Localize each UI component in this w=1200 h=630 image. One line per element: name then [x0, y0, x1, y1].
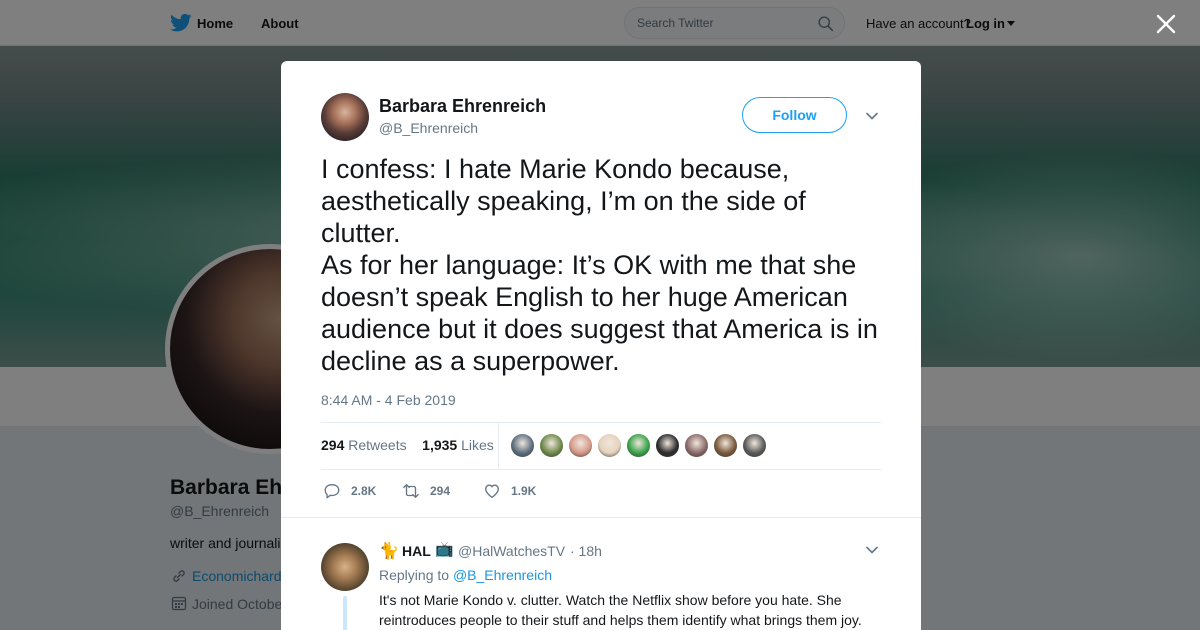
- follow-button[interactable]: Follow: [742, 97, 847, 133]
- tweet-timestamp[interactable]: 8:44 AM - 4 Feb 2019: [321, 392, 456, 408]
- liker-avatar[interactable]: [539, 433, 564, 458]
- author-name[interactable]: Barbara Ehrenreich: [379, 96, 546, 117]
- retweets-label[interactable]: Retweets: [348, 437, 406, 453]
- reply-icon: [324, 484, 340, 499]
- liker-avatar[interactable]: [713, 433, 738, 458]
- heart-icon: [485, 484, 499, 498]
- liker-avatar[interactable]: [655, 433, 680, 458]
- divider: [321, 422, 881, 423]
- author-avatar[interactable]: [321, 93, 369, 141]
- replying-to-label: Replying to: [379, 567, 450, 583]
- thread-line: [343, 596, 347, 630]
- reply-time[interactable]: · 18h: [570, 543, 602, 559]
- divider: [498, 423, 499, 469]
- cat-emoji-icon: 🐈: [379, 543, 399, 560]
- reply-avatar[interactable]: [321, 543, 369, 591]
- divider: [321, 469, 881, 470]
- replying-to-handle[interactable]: @B_Ehrenreich: [453, 567, 552, 583]
- divider: [281, 517, 921, 518]
- liker-avatar[interactable]: [597, 433, 622, 458]
- retweet-icon: [403, 484, 419, 498]
- liker-avatar[interactable]: [684, 433, 709, 458]
- reply-text: It's not Marie Kondo v. clutter. Watch t…: [379, 592, 862, 628]
- liker-avatar[interactable]: [742, 433, 767, 458]
- liker-avatar[interactable]: [510, 433, 535, 458]
- like-count: 1.9K: [511, 484, 537, 498]
- likes-count[interactable]: 1,935: [422, 437, 457, 453]
- tweet-modal: Barbara Ehrenreich @B_Ehrenreich Follow …: [281, 61, 921, 630]
- liker-avatar[interactable]: [626, 433, 651, 458]
- liker-avatars: [510, 433, 771, 458]
- retweet-count: 294: [430, 484, 451, 498]
- tweet-text: I confess: I hate Marie Kondo because, a…: [321, 154, 878, 376]
- reply-author-name[interactable]: HAL: [402, 543, 431, 559]
- retweet-button[interactable]: 294: [402, 481, 450, 501]
- likes-label[interactable]: Likes: [461, 437, 494, 453]
- replying-to: Replying to @B_Ehrenreich: [379, 567, 552, 583]
- reply-button[interactable]: 2.8K: [323, 481, 376, 501]
- author-handle[interactable]: @B_Ehrenreich: [379, 120, 478, 136]
- close-icon[interactable]: [1155, 13, 1177, 35]
- retweets-count[interactable]: 294: [321, 437, 344, 453]
- reply-author-handle[interactable]: @HalWatchesTV: [458, 543, 565, 559]
- liker-avatar[interactable]: [568, 433, 593, 458]
- chevron-down-icon[interactable]: [865, 543, 879, 557]
- tweet-stats: 294 Retweets 1,935 Likes: [321, 437, 494, 453]
- tv-emoji-icon: 📺: [435, 541, 454, 558]
- chevron-down-icon[interactable]: [865, 109, 879, 123]
- reply-count: 2.8K: [351, 484, 377, 498]
- like-button[interactable]: 1.9K: [483, 481, 536, 501]
